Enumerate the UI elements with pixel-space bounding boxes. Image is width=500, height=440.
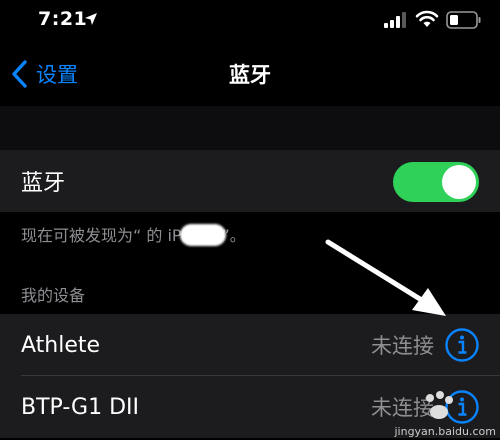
device-name: Athlete bbox=[21, 332, 101, 358]
device-row[interactable]: Athlete 未连接 bbox=[0, 314, 500, 376]
section-spacer bbox=[0, 106, 500, 150]
toggle-knob bbox=[442, 165, 476, 199]
watermark-text: jingyan.baidu.com bbox=[394, 425, 496, 438]
battery-icon bbox=[446, 11, 481, 29]
page-title: 蓝牙 bbox=[229, 63, 271, 87]
wifi-icon bbox=[415, 10, 439, 27]
device-name: BTP-G1 DII bbox=[21, 394, 140, 420]
status-bar: 7:21 bbox=[0, 0, 500, 42]
bluetooth-toggle[interactable] bbox=[393, 162, 479, 202]
status-time: 7:21 bbox=[38, 8, 88, 30]
bluetooth-label: 蓝牙 bbox=[21, 171, 66, 196]
redaction-smudge bbox=[180, 224, 226, 246]
cellular-signal-icon bbox=[384, 12, 406, 28]
bluetooth-toggle-group: 蓝牙 bbox=[0, 150, 500, 212]
bluetooth-row: 蓝牙 bbox=[0, 150, 500, 212]
navigation-bar: 设置 蓝牙 bbox=[0, 42, 500, 106]
watermark: jingyan.baidu.com bbox=[394, 390, 500, 440]
info-icon[interactable] bbox=[444, 327, 480, 363]
paw-logo-icon bbox=[426, 391, 453, 419]
device-status: 未连接 bbox=[371, 334, 434, 358]
my-devices-header: 我的设备 bbox=[21, 286, 86, 305]
location-arrow-icon bbox=[85, 13, 97, 25]
